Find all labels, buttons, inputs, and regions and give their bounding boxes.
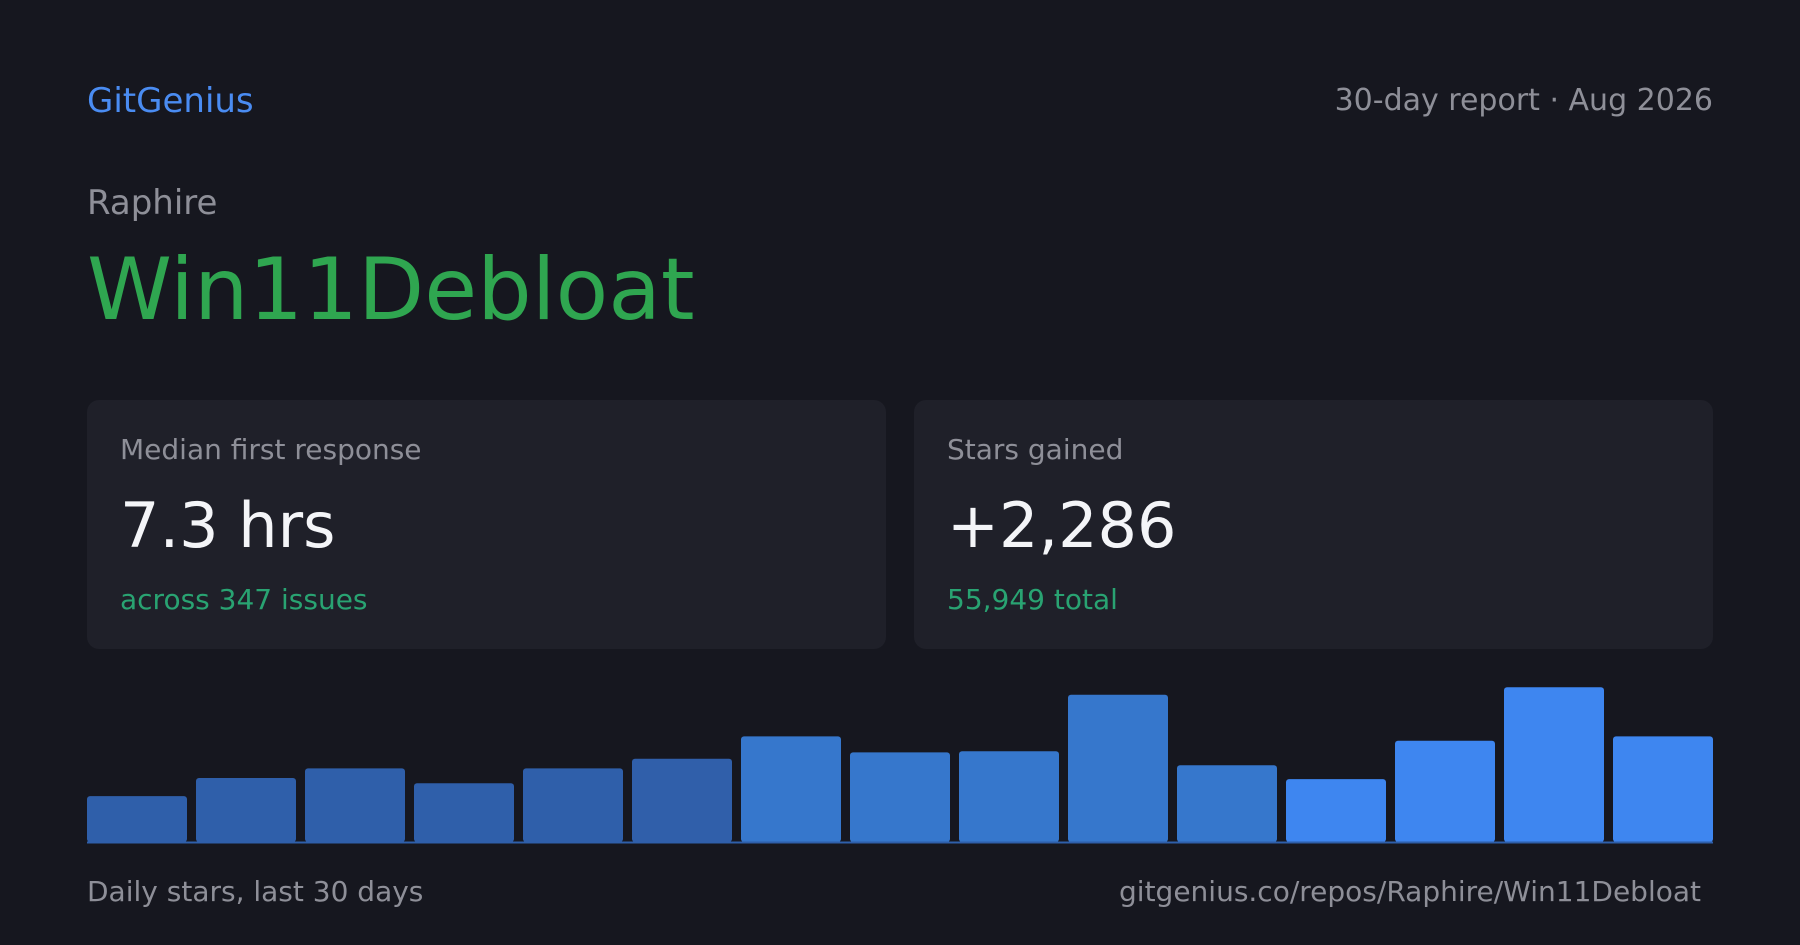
bar-9 <box>959 751 1059 842</box>
brand-logo: GitGenius <box>87 81 254 121</box>
bar-10 <box>1068 694 1168 842</box>
bar-12 <box>1286 779 1386 842</box>
median-response-card: Median first response 7.3 hrs across 347… <box>87 400 886 649</box>
repo-title: Win11Debloat <box>87 240 695 340</box>
stars-gained-card: Stars gained +2,286 55,949 total <box>914 400 1713 649</box>
card-label: Stars gained <box>947 433 1124 466</box>
bar-15 <box>1613 736 1713 842</box>
chart-caption: Daily stars, last 30 days <box>87 875 424 908</box>
bar-3 <box>305 768 405 842</box>
repo-owner: Raphire <box>87 183 218 223</box>
bar-11 <box>1177 765 1277 842</box>
daily-stars-chart <box>87 680 1713 844</box>
card-value: 7.3 hrs <box>120 489 336 562</box>
bar-8 <box>850 752 950 842</box>
card-label: Median first response <box>120 433 422 466</box>
bar-2 <box>196 778 296 842</box>
card-subtext: across 347 issues <box>120 583 368 616</box>
report-period: 30-day report · Aug 2026 <box>1334 83 1713 118</box>
bar-7 <box>741 736 841 842</box>
bar-4 <box>414 783 514 842</box>
card-value: +2,286 <box>947 489 1177 562</box>
bar-6 <box>632 758 732 842</box>
card-subtext: 55,949 total <box>947 583 1118 616</box>
bar-13 <box>1395 740 1495 842</box>
bar-14 <box>1504 687 1604 842</box>
bar-5 <box>523 768 623 842</box>
bar-1 <box>87 796 187 842</box>
repo-url-link[interactable]: gitgenius.co/repos/Raphire/Win11Debloat <box>1119 874 1701 910</box>
bar-chart-svg <box>87 687 1713 844</box>
